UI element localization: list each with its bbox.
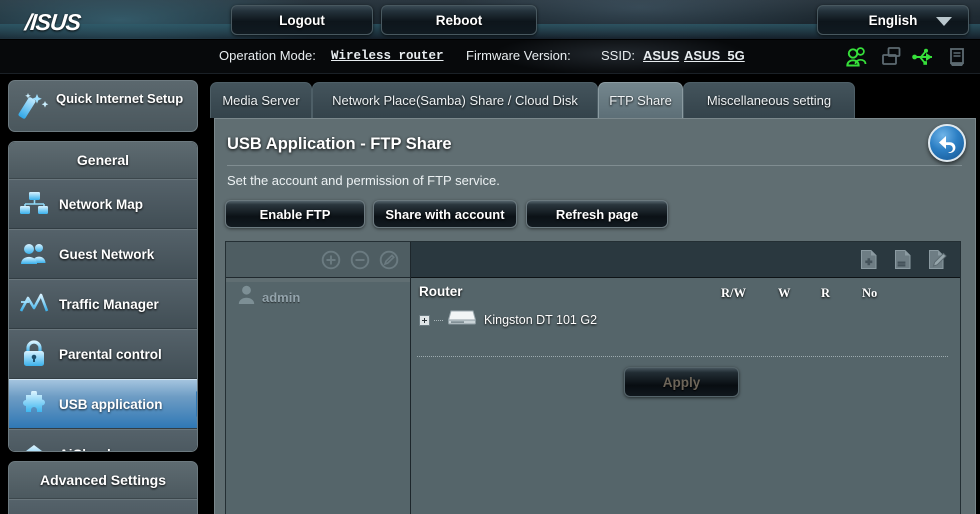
permission-column-headers: R/W W R No (411, 286, 960, 304)
apply-button[interactable]: Apply (624, 367, 739, 397)
language-selector-label: English (868, 12, 918, 28)
share-root-label: Router (419, 284, 463, 299)
operation-mode-label: Operation Mode: (219, 48, 316, 63)
title-divider (227, 165, 962, 166)
sidebar-item-network-map[interactable]: Network Map (9, 179, 197, 229)
usb-icon[interactable] (912, 46, 938, 68)
permission-header-no: No (862, 286, 878, 300)
page-title: USB Application - FTP Share (227, 135, 452, 153)
sidebar-general-header: General (9, 142, 197, 179)
sidebar-item-label: Traffic Manager (59, 296, 159, 312)
ssid-2g-value[interactable]: ASUS (643, 48, 679, 63)
ftp-permission-table: admin R/W W R No Router Kingston DT 101 … (225, 241, 961, 514)
sidebar-item-guest-network[interactable]: Guest Network (9, 229, 197, 279)
sidebar-item-usb-application[interactable]: USB application (9, 379, 197, 429)
network-map-icon (9, 191, 59, 217)
sidebar-item-aicloud[interactable]: AiCloud (9, 429, 197, 451)
quick-internet-setup-label: Quick Internet Setup (56, 91, 184, 106)
guest-network-icon (9, 241, 59, 267)
list-item[interactable]: admin (226, 282, 410, 312)
reboot-button[interactable]: Reboot (381, 5, 537, 35)
permission-header-rw: R/W (721, 286, 746, 300)
permission-header-r: R (821, 286, 831, 300)
sidebar-advanced-group: Advanced Settings (8, 461, 198, 514)
main-content: Media Server Network Place(Samba) Share … (208, 74, 980, 514)
edit-user-icon[interactable] (379, 250, 399, 270)
rename-folder-icon[interactable] (927, 249, 948, 270)
firmware-version-label: Firmware Version: (466, 48, 571, 63)
logout-button[interactable]: Logout (231, 5, 373, 35)
sidebar-item-label: Guest Network (59, 246, 155, 262)
ssid-label: SSID: (601, 48, 635, 63)
magic-wand-icon (17, 91, 51, 128)
tab-media-server[interactable]: Media Server (210, 82, 312, 118)
tab-miscellaneous-setting[interactable]: Miscellaneous setting (683, 82, 855, 118)
user-avatar-icon (238, 285, 255, 309)
sidebar-item-traffic-manager[interactable]: Traffic Manager (9, 279, 197, 329)
status-info-bar: Operation Mode: Wireless_router Firmware… (0, 40, 980, 74)
tab-network-place-samba-share[interactable]: Network Place(Samba) Share / Cloud Disk (312, 82, 598, 118)
sidebar-item-label: AiCloud (59, 447, 111, 451)
add-folder-icon[interactable] (859, 249, 879, 270)
sidebar-item-label: USB application (59, 396, 163, 412)
share-with-account-button[interactable]: Share with account (373, 200, 517, 228)
sidebar-advanced-header: Advanced Settings (9, 462, 197, 499)
account-name: admin (262, 289, 301, 305)
ssid-5g-value[interactable]: ASUS_5G (684, 48, 745, 63)
puzzle-piece-icon (9, 391, 59, 417)
status-icon-group (846, 46, 974, 70)
chevron-down-icon (936, 17, 952, 26)
accounts-column: admin (226, 242, 411, 514)
usb-disk-icon (447, 308, 477, 332)
enable-ftp-button[interactable]: Enable FTP (225, 200, 365, 228)
sidebar-item-label: Network Map (59, 196, 144, 212)
page-subtitle: Set the account and permission of FTP se… (227, 173, 500, 188)
sidebar-general-group: General Network Map Guest Network Traffi… (8, 141, 198, 452)
delete-folder-icon[interactable] (893, 249, 913, 270)
tab-ftp-share[interactable]: FTP Share (598, 82, 683, 118)
device-name: Kingston DT 101 G2 (484, 313, 598, 327)
add-user-icon[interactable] (321, 250, 341, 270)
sidebar-item-quick-internet-setup[interactable]: Quick Internet Setup (8, 80, 198, 132)
top-bar: /ISUS Logout Reboot English (0, 0, 980, 40)
share-tree-and-permissions: R/W W R No Router Kingston DT 101 G2 App… (411, 278, 960, 514)
cloud-house-icon (9, 442, 59, 451)
back-arrow-icon[interactable] (928, 124, 966, 162)
accounts-toolbar (226, 242, 410, 278)
padlock-icon (9, 340, 59, 368)
guest-users-icon[interactable] (846, 46, 870, 68)
sidebar-item-parental-control[interactable]: Parental control (9, 329, 197, 379)
ftp-share-panel: USB Application - FTP Share Set the acco… (214, 118, 976, 514)
sidebar-advanced-item-truncated[interactable] (9, 499, 197, 514)
operation-mode-value[interactable]: Wireless_router (331, 49, 444, 63)
tree-expand-plus-icon[interactable] (419, 314, 430, 326)
language-selector[interactable]: English (817, 5, 969, 35)
traffic-manager-icon (9, 291, 59, 317)
section-divider (417, 356, 948, 357)
network-clients-icon[interactable] (880, 46, 904, 68)
sidebar-item-label: Parental control (59, 346, 162, 362)
refresh-page-button[interactable]: Refresh page (526, 200, 668, 228)
shares-column: R/W W R No Router Kingston DT 101 G2 App… (411, 242, 960, 514)
sidebar: Quick Internet Setup General Network Map (0, 74, 208, 514)
tree-connector (434, 319, 443, 321)
printer-icon[interactable] (946, 46, 968, 68)
permission-header-w: W (778, 286, 791, 300)
list-item[interactable]: Kingston DT 101 G2 (419, 308, 597, 332)
remove-user-icon[interactable] (350, 250, 370, 270)
router-admin-page: /ISUS Logout Reboot English Operation Mo… (0, 0, 980, 514)
asus-logo: /ISUS (23, 9, 82, 35)
folder-toolbar (411, 242, 960, 278)
accounts-list: admin (226, 282, 410, 514)
